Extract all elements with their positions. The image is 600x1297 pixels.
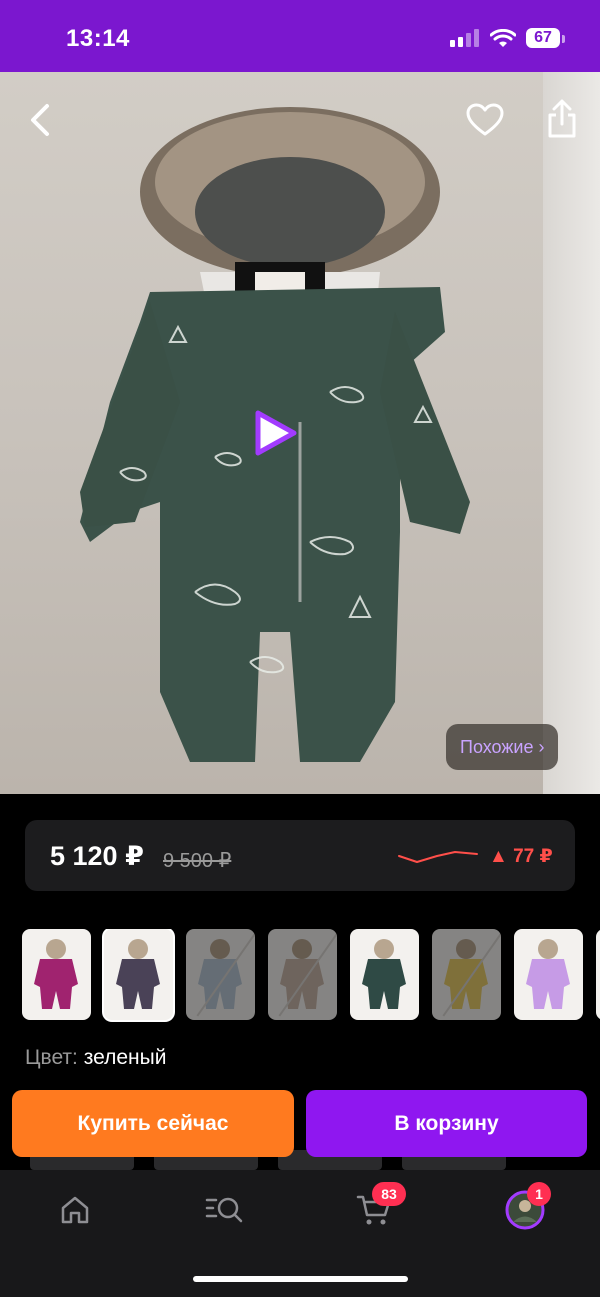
snowsuit-thumbnail-image (280, 939, 324, 1009)
color-variant-thumbnail[interactable] (22, 929, 91, 1020)
tab-cart[interactable]: 83 (352, 1182, 406, 1232)
color-variant-thumbnail[interactable] (104, 929, 173, 1020)
share-button[interactable] (541, 96, 583, 142)
status-bar: 13:14 67 (0, 0, 600, 72)
snowsuit-thumbnail-image (34, 939, 78, 1009)
current-price: 5 120 ₽ (50, 841, 144, 871)
add-to-cart-button[interactable]: В корзину (306, 1090, 587, 1157)
cart-badge: 83 (372, 1182, 406, 1206)
signal-icon (450, 29, 479, 47)
next-image-preview[interactable] (543, 72, 600, 794)
color-variant-thumbnail[interactable] (514, 929, 583, 1020)
color-variant-thumbnail[interactable] (268, 929, 337, 1020)
tab-bar: 83 1 (0, 1170, 600, 1297)
battery-indicator: 67 (526, 28, 565, 48)
wifi-icon (490, 28, 516, 47)
status-icons: 67 (450, 28, 565, 48)
share-icon (548, 99, 576, 138)
home-indicator (193, 1276, 408, 1282)
buy-now-button[interactable]: Купить сейчас (12, 1090, 294, 1157)
color-variant-thumbnail[interactable] (186, 929, 255, 1020)
price-card[interactable]: 5 120 ₽ 9 500 ₽ ▲ 77 ₽ (25, 820, 575, 891)
snowsuit-thumbnail-image (116, 939, 160, 1009)
product-gallery[interactable]: Похожие › (0, 72, 600, 794)
price-trend-icon (398, 851, 478, 863)
color-variant-thumbnail[interactable] (596, 929, 600, 1020)
snowsuit-thumbnail-image (444, 939, 488, 1009)
snowsuit-thumbnail-image (596, 929, 600, 1020)
status-time: 13:14 (66, 25, 130, 52)
favorite-button[interactable] (464, 100, 506, 140)
color-value: зеленый (83, 1046, 167, 1069)
price-change: ▲ 77 ₽ (489, 846, 553, 867)
product-image[interactable] (0, 72, 543, 794)
catalog-search-icon (205, 1197, 243, 1223)
snowsuit-thumbnail-image (526, 939, 570, 1009)
snowsuit-thumbnail-image (198, 939, 242, 1009)
snowsuit-thumbnail-image (362, 939, 406, 1009)
color-info: Цвет: зеленый (25, 1046, 166, 1070)
tab-profile[interactable]: 1 (503, 1182, 551, 1232)
old-price: 9 500 ₽ (163, 850, 232, 872)
color-variant-thumbnail[interactable] (350, 929, 419, 1020)
color-label: Цвет: (25, 1046, 78, 1069)
profile-badge: 1 (527, 1182, 551, 1206)
play-video-icon[interactable] (248, 407, 300, 459)
tab-catalog[interactable] (202, 1188, 246, 1232)
home-icon (61, 1196, 89, 1224)
chevron-left-icon (31, 104, 49, 136)
tab-home[interactable] (53, 1188, 97, 1232)
color-variants (22, 929, 600, 1022)
similar-products-button[interactable]: Похожие › (446, 724, 559, 770)
color-variant-thumbnail[interactable] (432, 929, 501, 1020)
heart-icon (466, 103, 504, 136)
back-button[interactable] (20, 100, 60, 140)
